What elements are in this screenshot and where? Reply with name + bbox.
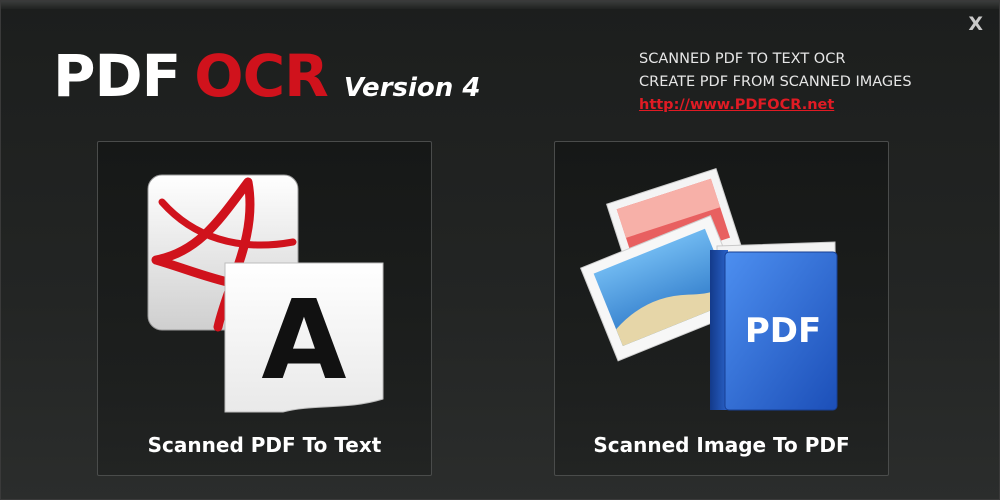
version-label: Version 4 <box>343 73 481 103</box>
image-to-pdf-icon: PDF <box>579 167 838 411</box>
pdf-cover-text: PDF <box>745 311 821 351</box>
card-label: Scanned PDF To Text <box>147 433 382 457</box>
info-panel: SCANNED PDF TO TEXT OCR CREATE PDF FROM … <box>639 48 912 117</box>
text-letter-glyph: A <box>261 276 346 404</box>
title-ocr: OCR <box>194 42 329 110</box>
info-line-2: CREATE PDF FROM SCANNED IMAGES <box>639 74 912 90</box>
close-button[interactable]: X <box>968 13 983 35</box>
pdf-to-text-icon: A <box>147 174 384 413</box>
title-pdf: PDF <box>53 42 181 110</box>
info-line-1: SCANNED PDF TO TEXT OCR <box>639 51 846 67</box>
card-label: Scanned Image To PDF <box>593 433 850 457</box>
website-link[interactable]: http://www.PDFOCR.net <box>639 94 912 117</box>
scanned-image-to-pdf-button[interactable]: PDF Scanned Image To PDF <box>554 141 889 476</box>
scanned-pdf-to-text-button[interactable]: A Scanned PDF To Text <box>97 141 432 476</box>
app-window: X PDF OCR Version 4 SCANNED PDF TO TEXT OC… <box>0 0 1000 500</box>
app-title: PDF OCR Version 4 <box>53 47 480 105</box>
